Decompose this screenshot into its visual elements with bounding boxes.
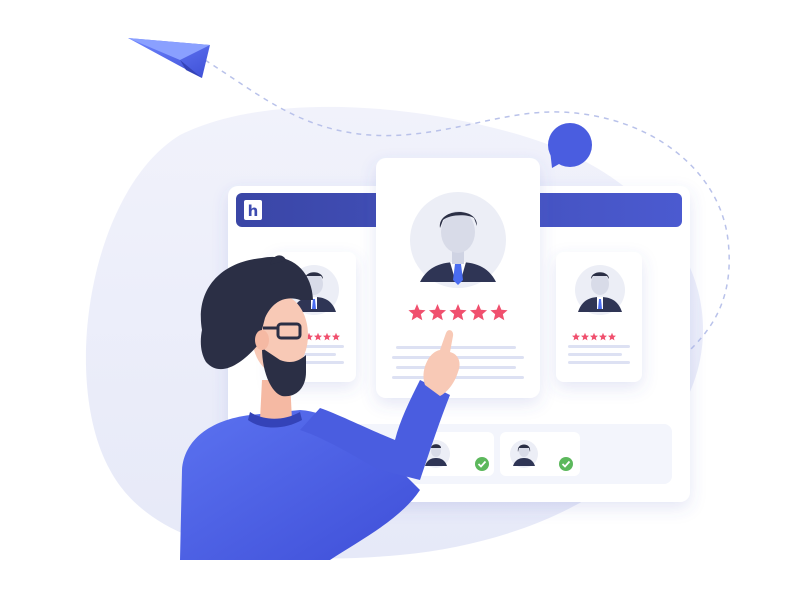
candidate-card-right[interactable] — [556, 252, 642, 382]
chat-bubble-icon — [548, 123, 592, 168]
check-icon — [559, 457, 573, 471]
check-icon — [475, 457, 489, 471]
shortlist-card-2[interactable] — [500, 432, 580, 476]
brand-logo-letter: h — [248, 202, 259, 220]
paper-plane-icon — [128, 38, 210, 78]
hiring-review-illustration: h — [85, 38, 730, 560]
brand-logo: h — [244, 200, 262, 220]
